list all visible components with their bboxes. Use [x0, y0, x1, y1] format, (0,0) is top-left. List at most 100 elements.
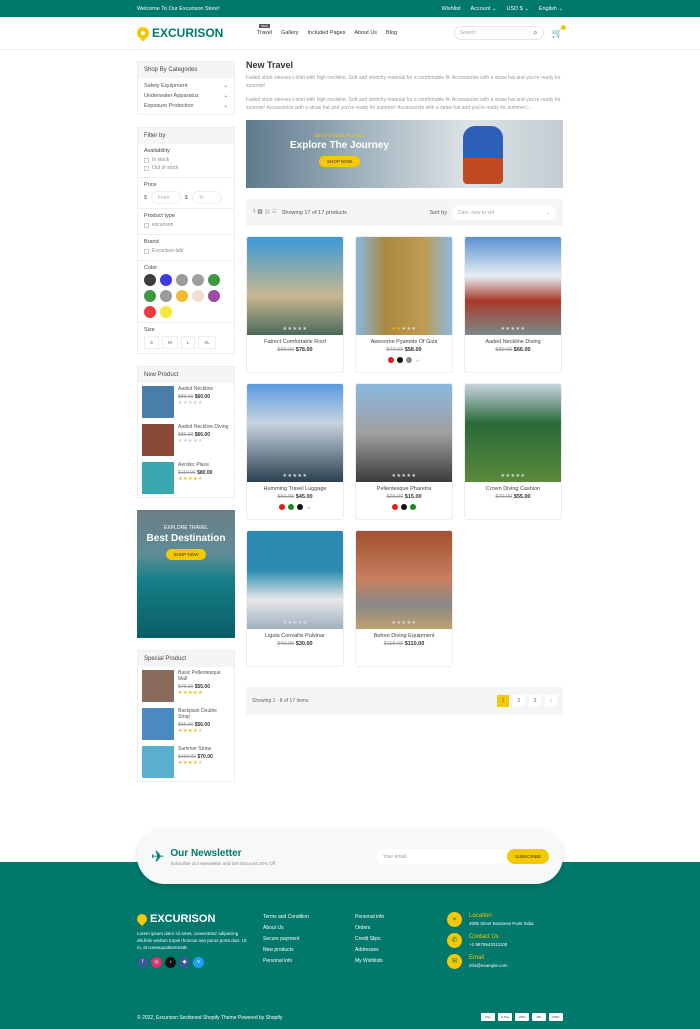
nav-included-pages[interactable]: Included Pages	[308, 30, 346, 36]
color-swatch[interactable]	[176, 274, 188, 286]
product-thumbnail[interactable]	[142, 670, 174, 702]
nav-travel[interactable]: NEW Travel	[257, 24, 272, 36]
footer-link[interactable]: Credit Slips	[355, 934, 384, 945]
product-card[interactable]: ★★★★★ Before Diving Equipment $115.00 $110…	[355, 530, 453, 667]
sort-select[interactable]: Date, new to old ⌄	[452, 205, 556, 220]
color-swatch[interactable]	[144, 306, 156, 318]
currency-dropdown[interactable]: USD $ ⌄	[506, 6, 528, 12]
mini-product[interactable]: Summer Straw $100.00 $70.00 ★★★★★	[138, 743, 234, 781]
social-icon[interactable]: ◎	[151, 957, 162, 968]
product-thumbnail[interactable]	[142, 462, 174, 494]
product-card[interactable]: ★★★★★ Humming Travel Luggage $60.00 $45.00…	[246, 383, 344, 520]
footer-link[interactable]: New products	[263, 945, 309, 956]
product-name[interactable]: Humming Travel Luggage	[247, 486, 343, 492]
product-name[interactable]: Aaded Neckline Diving	[465, 339, 561, 345]
footer-link[interactable]: Addresses	[355, 945, 384, 956]
category-item[interactable]: Underwater Apparatus ⌄	[138, 91, 234, 101]
product-name[interactable]: Backpack Double Strap	[178, 708, 230, 720]
color-swatch[interactable]	[297, 504, 304, 510]
product-image[interactable]: ★★★★★	[465, 237, 561, 335]
nav-about-us[interactable]: About Us	[354, 30, 377, 36]
product-card[interactable]: ★★★★★ Ligula Convallis Pulvinar $40.00 $30…	[246, 530, 344, 667]
color-swatch[interactable]	[160, 290, 172, 302]
promo-banner[interactable]: EXPLORE TRAVEL Best Destination SHOP NOW	[137, 510, 235, 638]
footer-link[interactable]: My Wishlists	[355, 956, 384, 967]
product-image[interactable]: ★★★★★	[356, 384, 452, 482]
mini-product[interactable]: Aaded Neckline $80.00 $60.00 ★★★★★	[138, 383, 234, 421]
page-button[interactable]: 3	[529, 695, 541, 707]
product-image[interactable]: ★★★★★	[247, 531, 343, 629]
product-name[interactable]: Awesome Pyamids Of Giza	[356, 339, 452, 345]
color-swatch[interactable]	[144, 290, 156, 302]
color-swatch[interactable]	[176, 290, 188, 302]
search-icon[interactable]: ⌕	[533, 28, 537, 38]
product-card[interactable]: ★★★★★ Aaded Neckline Diving $80.00 $66.00	[464, 236, 562, 373]
product-name[interactable]: Fatrect Comfortable Roof	[247, 339, 343, 345]
product-name[interactable]: Before Diving Equipment	[356, 633, 452, 639]
out-of-stock-checkbox[interactable]: Out of stock	[144, 165, 228, 171]
account-dropdown[interactable]: Account ⌄	[470, 6, 496, 12]
product-image[interactable]: ★★★★★	[356, 237, 452, 335]
size-option[interactable]: XL	[198, 336, 216, 349]
nav-gallery[interactable]: Gallery	[281, 30, 298, 36]
product-name[interactable]: Aerobic Place	[178, 462, 212, 468]
page-button[interactable]: 2	[513, 695, 525, 707]
color-swatch[interactable]	[406, 357, 413, 363]
size-option[interactable]: M	[162, 336, 178, 349]
product-name[interactable]: Summer Straw	[178, 746, 213, 752]
banner-shop-now-button[interactable]: SHOP NOW	[319, 156, 360, 167]
color-swatch[interactable]	[208, 274, 220, 286]
price-to-input[interactable]: To	[191, 191, 222, 204]
color-swatch[interactable]	[192, 290, 204, 302]
product-thumbnail[interactable]	[142, 424, 174, 456]
color-swatch[interactable]	[160, 274, 172, 286]
social-icon[interactable]: ♪	[165, 957, 176, 968]
product-image[interactable]: ★★★★★	[465, 384, 561, 482]
product-image[interactable]: ★★★★★	[356, 531, 452, 629]
footer-logo[interactable]: EXCURISON	[134, 911, 252, 927]
product-thumbnail[interactable]	[142, 708, 174, 740]
footer-link[interactable]: Orders	[355, 923, 384, 934]
color-swatch[interactable]	[144, 274, 156, 286]
logo[interactable]: EXCURISON	[134, 24, 257, 42]
mini-product[interactable]: Basic Pellentesque Mall $78.00 $55.00 ★★★★…	[138, 667, 234, 705]
color-swatch[interactable]	[192, 274, 204, 286]
mini-product[interactable]: Aerobic Place $110.00 $80.00 ★★★★★	[138, 459, 234, 497]
product-card[interactable]: ★★★★★ Pellentesque Pharetra $25.00 $15.00	[355, 383, 453, 520]
page-button[interactable]: 1	[497, 695, 509, 707]
color-swatch[interactable]	[397, 357, 404, 363]
product-thumbnail[interactable]	[142, 386, 174, 418]
social-icon[interactable]: v	[193, 957, 204, 968]
color-swatch[interactable]	[392, 504, 398, 510]
nav-blog[interactable]: Blog	[386, 30, 397, 36]
color-swatch[interactable]	[160, 306, 172, 318]
search-input[interactable]: Search ⌕	[453, 26, 544, 40]
size-option[interactable]: S	[144, 336, 160, 349]
list-view-icon[interactable]: ☰	[272, 209, 277, 216]
product-name[interactable]: Aaded Neckline Diving	[178, 424, 228, 430]
product-name[interactable]: Pellentesque Pharetra	[356, 486, 452, 492]
email-text[interactable]: info@example.com	[469, 962, 508, 969]
product-card[interactable]: ★★★★★ Crown Diving Cashion $70.00 $55.00	[464, 383, 562, 520]
product-thumbnail[interactable]	[142, 746, 174, 778]
promo-shop-now-button[interactable]: SHOP NOW	[165, 549, 207, 560]
product-image[interactable]: ★★★★★	[247, 237, 343, 335]
product-name[interactable]: Basic Pellentesque Mall	[178, 670, 230, 682]
footer-link[interactable]: Terms and Condition	[263, 912, 309, 923]
brand-checkbox[interactable]: Excurison-lahl	[144, 248, 228, 254]
collection-banner[interactable]: BEST TRAVEL PLACES Explore The Journey S…	[246, 120, 563, 188]
grid-3-view-icon[interactable]: ▥	[257, 209, 262, 216]
phone-text[interactable]: +1 9876543211100	[469, 941, 507, 948]
footer-link[interactable]: Secure payment	[263, 934, 309, 945]
mini-product[interactable]: Aaded Neckline Diving $80.00 $66.00 ★★★★★	[138, 421, 234, 459]
price-from-input[interactable]: From	[150, 191, 181, 204]
cart-button[interactable]: 🛒	[552, 24, 566, 39]
color-swatch[interactable]	[410, 504, 416, 510]
size-option[interactable]: L	[180, 336, 196, 349]
category-item[interactable]: Exposure Protection ⌄	[138, 101, 234, 111]
footer-link[interactable]: Personal info	[355, 912, 384, 923]
color-swatch[interactable]	[208, 290, 220, 302]
product-card[interactable]: ★★★★★ Awesome Pyamids Of Giza $77.00 $58.0…	[355, 236, 453, 373]
social-icon[interactable]: f	[137, 957, 148, 968]
product-name[interactable]: Aaded Neckline	[178, 386, 213, 392]
